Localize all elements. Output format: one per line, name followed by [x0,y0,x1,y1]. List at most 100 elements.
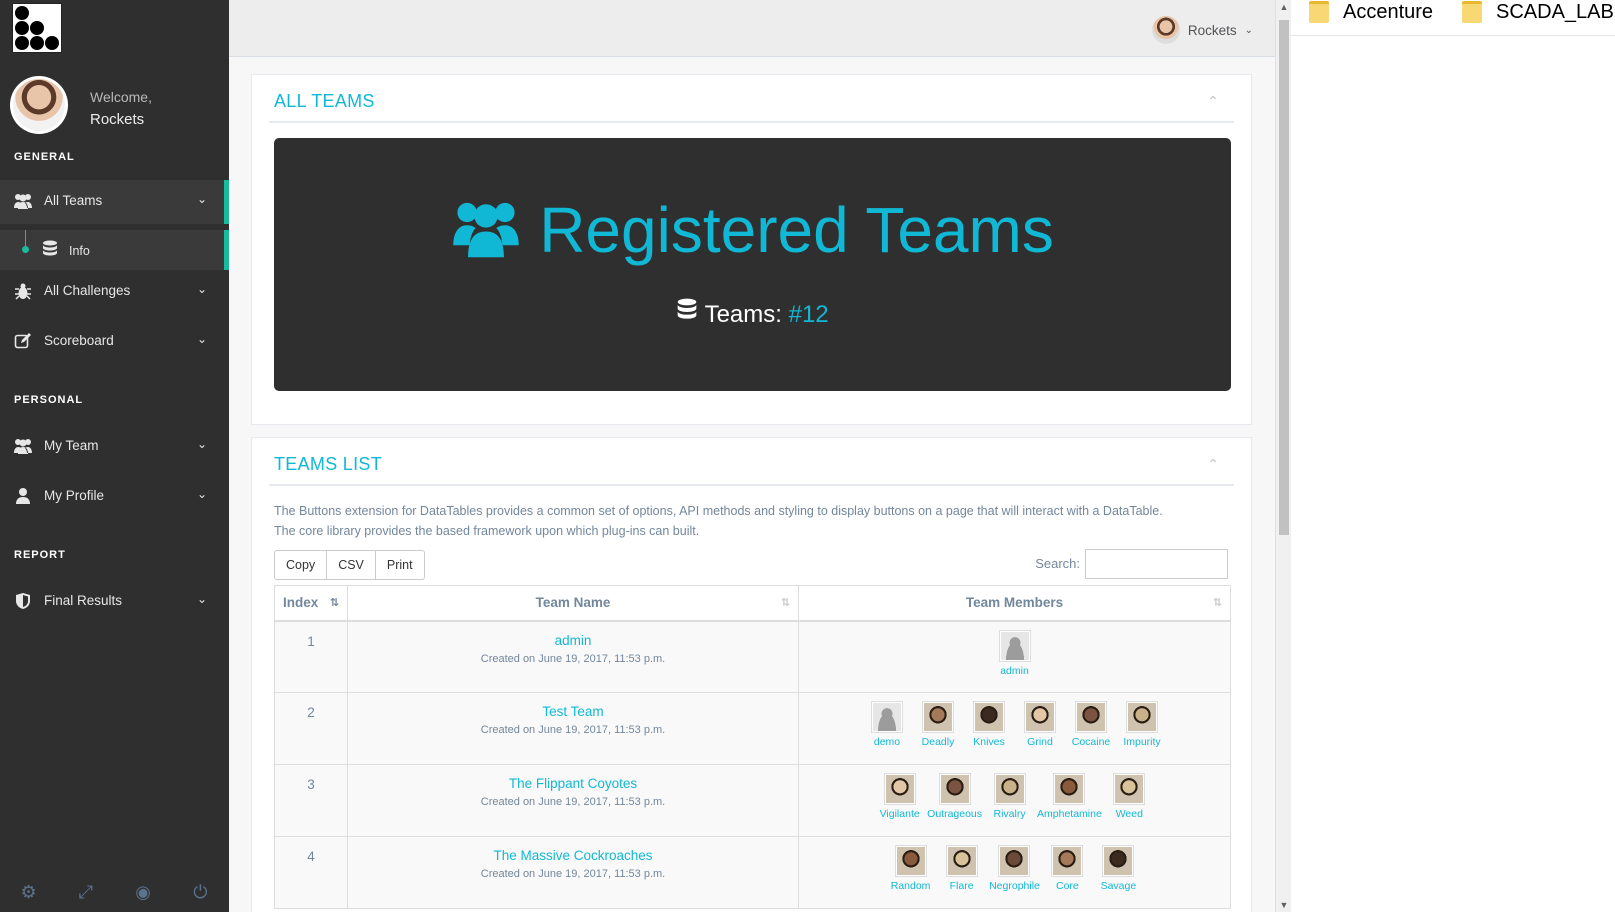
registered-teams-banner: Registered Teams Teams: #12 [274,138,1231,391]
scrollbar-thumb[interactable] [1279,20,1289,535]
team-name-cell: The Flippant Coyotes Created on June 19, … [347,764,799,837]
team-member[interactable]: Savage [1095,845,1142,892]
team-created-date: Created on June 19, 2017, 11:53 p.m. [480,796,666,808]
avatar [1126,701,1158,733]
row-index: 3 [274,764,348,837]
member-name: Savage [1100,880,1137,892]
folder-item[interactable]: Accenture [1309,0,1433,24]
users-icon [451,197,521,274]
sidebar-footer: ⚙ ⤢ ◉ ⏻ [0,872,229,912]
team-members-cell: Random Flare Negrophile Core Savage [798,836,1231,909]
team-member[interactable]: Deadly [915,701,962,748]
app-logo[interactable] [12,3,62,53]
chevron-up-icon[interactable]: ⌃ [1207,456,1219,473]
team-member[interactable]: Core [1044,845,1091,892]
table-row: 2 Test Team Created on June 19, 2017, 11:5… [274,692,1231,765]
team-created-date: Created on June 19, 2017, 11:53 p.m. [480,652,666,665]
team-name-link[interactable]: Test Team [348,704,798,719]
table-row: 3 The Flippant Coyotes Created on June 19,… [274,764,1231,837]
sidebar-item-scoreboard[interactable]: Scoreboard ⌄ [0,320,229,364]
folder-strip: Accenture SCADA_LAB [1291,0,1615,36]
column-header-team-members[interactable]: Team Members ⇅ [798,585,1231,622]
scroll-up-icon[interactable]: ▲ [1276,2,1292,12]
search-input[interactable] [1085,549,1228,579]
sidebar-item-label: All Challenges [44,283,131,298]
team-name-link[interactable]: admin [348,633,798,648]
sidebar-item-all-teams[interactable]: All Teams ⌄ [0,180,229,224]
chevron-down-icon: ⌄ [196,282,207,296]
member-name: Rivalry [993,808,1026,820]
team-member[interactable]: Random [887,845,934,892]
users-icon [13,192,33,212]
team-member[interactable]: Negrophile [989,845,1040,892]
team-member[interactable]: Weed [1106,773,1153,820]
avatar [1053,773,1086,805]
member-name: Outrageous [927,808,983,820]
power-icon[interactable]: ⏻ [172,872,229,912]
team-name-link[interactable]: The Massive Cockroaches [348,848,798,863]
avatar [922,701,954,733]
avatar [938,773,971,805]
team-members-cell: admin [798,620,1231,693]
member-name: admin [1000,664,1029,677]
team-member[interactable]: Grind [1017,701,1064,748]
all-teams-panel: ALL TEAMS ⌃ Registered Teams Teams: #12 [251,74,1252,425]
column-header-index[interactable]: Index ⇅ [274,585,348,622]
sidebar-item-my-profile[interactable]: My Profile ⌄ [0,475,229,519]
sort-icon: ⇅ [780,597,790,609]
section-title-personal: PERSONAL [14,394,84,406]
team-member[interactable]: Flare [938,845,985,892]
sidebar-item-all-challenges[interactable]: All Challenges ⌄ [0,270,229,314]
member-name: Cocaine [1071,736,1111,748]
avatar [973,701,1005,733]
scroll-down-icon[interactable]: ▼ [1276,900,1292,910]
sort-asc-icon: ⇅ [329,597,339,609]
top-navbar: Rockets ⌄ [229,0,1275,57]
avatar [1075,701,1107,733]
team-member[interactable]: admin [991,629,1038,677]
panel-title: ALL TEAMS [274,91,375,111]
hero-title: Registered Teams [274,193,1231,274]
chevron-up-icon[interactable]: ⌃ [1207,93,1219,110]
sidebar-item-my-team[interactable]: My Team ⌄ [0,425,229,469]
eye-slash-icon[interactable]: ◉ [115,872,172,912]
team-member[interactable]: Knives [966,701,1013,748]
team-created-date: Created on June 19, 2017, 11:53 p.m. [480,868,666,880]
welcome-user-name: Rockets [90,111,145,128]
member-name: Amphetamine [1037,808,1102,820]
shield-icon [13,592,33,612]
team-name-cell: The Massive Cockroaches Created on June 1… [347,836,799,909]
team-member[interactable]: Impurity [1119,701,1166,748]
team-count-label: Teams: [704,301,782,328]
sort-icon: ⇅ [1212,597,1222,609]
avatar [1113,773,1146,805]
page-scrollbar[interactable]: ▲ ▼ [1275,0,1291,912]
table-row: 4 The Massive Cockroaches Created on June … [274,836,1231,909]
team-name-link[interactable]: The Flippant Coyotes [348,776,798,791]
sidebar-item-final-results[interactable]: Final Results ⌄ [0,580,229,624]
gear-icon[interactable]: ⚙ [0,872,57,912]
user-menu[interactable]: Rockets ⌄ [1151,16,1253,44]
copy-button[interactable]: Copy [274,550,328,580]
fullscreen-icon[interactable]: ⤢ [57,872,114,912]
team-member[interactable]: Vigilante [876,773,923,820]
team-name-cell: admin Created on June 19, 2017, 11:53 p.m… [347,620,799,693]
chevron-down-icon: ⌄ [196,192,207,206]
sidebar-subitem-info[interactable]: Info [0,230,229,270]
avatar [998,845,1031,877]
team-name-cell: Test Team Created on June 19, 2017, 11:53… [347,692,799,765]
csv-button[interactable]: CSV [326,550,376,580]
chevron-down-icon: ⌄ [196,332,207,346]
team-member[interactable]: Rivalry [986,773,1033,820]
team-member[interactable]: Amphetamine [1037,773,1102,820]
edit-icon [13,332,33,352]
print-button[interactable]: Print [374,550,425,580]
team-member[interactable]: demo [864,701,911,748]
avatar [10,76,68,134]
avatar [1051,845,1084,877]
team-member[interactable]: Cocaine [1068,701,1115,748]
column-header-team-name[interactable]: Team Name ⇅ [347,585,799,622]
folder-item[interactable]: SCADA_LAB [1462,0,1614,24]
chevron-down-icon: ⌄ [196,487,207,501]
team-member[interactable]: Outrageous [927,773,982,820]
